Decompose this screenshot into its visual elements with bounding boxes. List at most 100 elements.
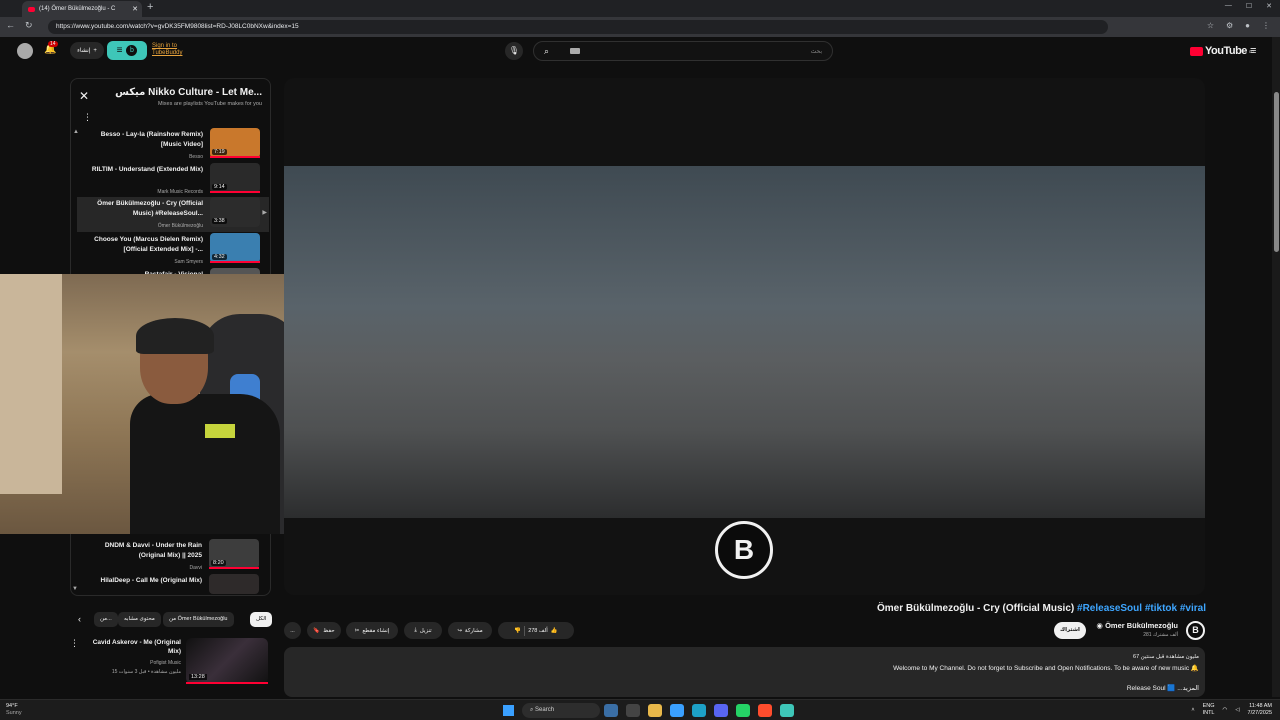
maximize-button[interactable]: ☐ <box>1246 2 1252 10</box>
playlist-title: ميكس Nikko Culture - Let Me... <box>115 87 262 98</box>
playlist-item-channel: Ömer Bükülmezoğlu <box>157 223 203 229</box>
youtube-logo[interactable]: YouTube EG <box>1190 45 1254 57</box>
close-window-button[interactable]: ✕ <box>1266 2 1272 10</box>
create-label: إنشاء <box>77 48 91 54</box>
hashtag-link[interactable]: #viral <box>1180 603 1206 614</box>
browser-extensions: ☆ ⚙ ● ⋮ <box>1207 21 1270 30</box>
chip-more[interactable]: من... <box>94 612 118 627</box>
playlist-item-thumbnail[interactable] <box>209 574 259 594</box>
keyboard-icon[interactable] <box>570 48 580 54</box>
release-soul-logo: B <box>715 521 773 579</box>
minimize-button[interactable]: — <box>1225 2 1232 10</box>
profile-icon[interactable]: ● <box>1245 21 1250 30</box>
like-icon[interactable]: 👍 <box>551 628 558 634</box>
volume-icon[interactable]: ◁ <box>1235 707 1239 713</box>
taskbar-app-icon[interactable] <box>670 704 684 717</box>
search-input[interactable]: ⌕ بحث <box>533 41 833 61</box>
windows-start-icon[interactable] <box>503 705 514 716</box>
tubebuddy-button[interactable]: ≡ b <box>107 41 147 60</box>
back-icon[interactable]: ← <box>6 20 15 31</box>
more-options-icon[interactable]: ⋮ <box>70 638 79 649</box>
scroll-down-arrow-icon[interactable]: ▼ <box>72 586 78 592</box>
more-actions-button[interactable]: ... <box>284 622 301 639</box>
reload-icon[interactable]: ↻ <box>25 20 33 31</box>
recommended-video[interactable]: ⋮ Cavid Askerov - Me (Original Mix) Pofi… <box>70 636 271 686</box>
channel-avatar[interactable]: B <box>1186 621 1205 640</box>
more-options-icon[interactable]: ⋮ <box>83 112 92 123</box>
search-placeholder: بحث <box>810 49 822 55</box>
playlist-item-thumbnail[interactable]: 3:38 <box>210 197 260 227</box>
taskbar-app-icon[interactable] <box>604 704 618 717</box>
playlist-item-thumbnail[interactable]: 7:19 <box>210 128 260 158</box>
chevron-left-icon[interactable]: ‹ <box>78 614 81 624</box>
search-icon[interactable]: ⌕ <box>544 46 549 57</box>
playlist-item[interactable]: Besso - Lay-la (Rainshow Remix) [Music V… <box>79 128 263 163</box>
weather-widget[interactable]: 94°F Sunny <box>6 703 22 717</box>
taskbar-app-icon[interactable] <box>648 704 662 717</box>
clock[interactable]: 11:48 AM 7/27/2025 <box>1248 703 1272 717</box>
taskbar-app-icon[interactable] <box>780 704 794 717</box>
playlist-item-now-playing[interactable]: Ömer Bükülmezoğlu - Cry (Official Music)… <box>77 197 269 232</box>
download-label: تنزيل <box>419 627 432 634</box>
playlist-item[interactable]: RILTIM - Understand (Extended Mix) Mark … <box>79 163 263 198</box>
star-icon[interactable]: ☆ <box>1207 21 1214 30</box>
like-divider <box>524 625 526 636</box>
tab-close-icon[interactable]: ✕ <box>132 5 138 13</box>
playlist-item-thumbnail[interactable]: 4:32 <box>210 233 260 263</box>
url-field[interactable]: https://www.youtube.com/watch?v=gvDK35FM… <box>48 20 1108 34</box>
taskbar-app-icon[interactable] <box>626 704 640 717</box>
extensions-icon[interactable]: ⚙ <box>1226 21 1233 30</box>
recommended-title: Cavid Askerov - Me (Original Mix) <box>92 639 181 655</box>
subscribe-button[interactable]: اشتراك <box>1054 622 1086 639</box>
taskbar-app-icon[interactable] <box>692 704 706 717</box>
scrollbar-thumb[interactable] <box>1274 92 1279 252</box>
clock-date: 7/27/2025 <box>1247 710 1272 716</box>
save-button[interactable]: 🔖 حفظ <box>307 622 341 639</box>
channel-name[interactable]: ◉ Ömer Bükülmezoğlu <box>1096 621 1178 630</box>
language-indicator[interactable]: ENG INTL <box>1203 703 1215 717</box>
recommended-thumbnail[interactable]: 13:28 <box>186 638 268 684</box>
close-icon[interactable]: ✕ <box>79 89 89 103</box>
new-tab-button[interactable]: + <box>147 1 153 13</box>
browser-tab[interactable]: (14) Ömer Bükülmezoğlu - C ✕ <box>22 1 142 17</box>
share-button[interactable]: ↪ مشاركة <box>448 622 492 639</box>
tubebuddy-signin-link[interactable]: Sign in to TubeBuddy <box>152 43 192 57</box>
download-button[interactable]: ⤓ تنزيل <box>404 622 442 639</box>
playlist-item-title: DNDM & Davvi - Under the Rain (Original … <box>104 542 202 559</box>
hashtag-link[interactable]: #ReleaseSoul <box>1077 603 1142 614</box>
voice-search-mic-icon[interactable]: 🎙 <box>505 42 523 60</box>
description-box[interactable]: 67 مليون مشاهدة قبل سنتين Welcome to My … <box>284 647 1205 697</box>
playlist-item-title: Ömer Bükülmezoğlu - Cry (Official Music)… <box>97 200 203 217</box>
like-count[interactable]: 278 ألف <box>528 628 548 634</box>
taskbar-app-icon[interactable] <box>714 704 728 717</box>
playlist-item[interactable]: Choose You (Marcus Dielen Remix) [Offici… <box>79 233 263 268</box>
guide-menu-icon[interactable]: ≡ <box>1250 45 1256 57</box>
taskbar-app-icon[interactable] <box>758 704 772 717</box>
wifi-icon[interactable]: ◠ <box>1222 707 1227 713</box>
chip-from-channel[interactable]: من Ömer Bükülmezoğlu <box>163 612 234 627</box>
taskbar-search[interactable]: ⌕ Search <box>522 703 600 718</box>
menu-icon[interactable]: ⋮ <box>1262 21 1270 30</box>
playlist-item[interactable]: HilalDeep - Call Me (Original Mix) <box>78 574 262 594</box>
description-line[interactable]: Release Soul 🟦 ...المزيد <box>1127 684 1199 692</box>
recommended-views: 15 مليون مشاهدة • قبل 3 سنوات <box>111 669 181 675</box>
playlist-item[interactable]: DNDM & Davvi - Under the Rain (Original … <box>78 539 262 574</box>
taskbar-app-icon[interactable] <box>736 704 750 717</box>
chip-similar[interactable]: محتوى مشابه <box>118 612 161 627</box>
playlist-lower-items: DNDM & Davvi - Under the Rain (Original … <box>70 534 271 596</box>
create-button[interactable]: إنشاء + <box>70 42 104 59</box>
playlist-item-title: Besso - Lay-la (Rainshow Remix) [Music V… <box>100 131 203 148</box>
chevron-up-icon[interactable]: ˄ <box>1191 707 1194 713</box>
notifications-bell-icon[interactable]: 🔔 14 <box>44 41 58 55</box>
page-scrollbar[interactable] <box>1272 37 1280 697</box>
dislike-icon[interactable]: 👎 <box>514 628 521 634</box>
video-player[interactable]: B <box>284 78 1205 595</box>
clip-button[interactable]: ✂ إنشاء مقطع <box>346 622 398 639</box>
youtube-header: 🔔 14 إنشاء + ≡ b Sign in to TubeBuddy 🎙 ⌕… <box>0 37 1280 65</box>
chip-all[interactable]: الكل <box>250 612 273 627</box>
language-code: ENG <box>1202 703 1215 709</box>
playlist-item-thumbnail[interactable]: 8:20 <box>209 539 259 569</box>
account-avatar[interactable] <box>17 43 33 59</box>
playlist-item-thumbnail[interactable]: 9:14 <box>210 163 260 193</box>
hashtag-link[interactable]: #tiktok <box>1145 603 1177 614</box>
